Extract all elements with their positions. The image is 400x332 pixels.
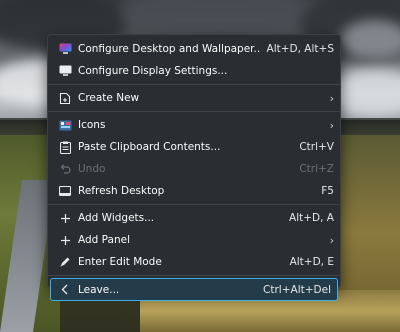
shortcut-label: Ctrl+Alt+Del: [263, 283, 331, 296]
shortcut-label: Ctrl+V: [299, 141, 334, 153]
menu-item-undo[interactable]: Undo Ctrl+Z: [48, 158, 340, 180]
menu-item-configure-display[interactable]: Configure Display Settings...: [48, 60, 340, 82]
menu-separator: [48, 111, 340, 112]
plus-icon: [58, 211, 72, 225]
desktop-context-menu: Configure Desktop and Wallpaper... Alt+D…: [47, 34, 341, 301]
menu-item-label: Refresh Desktop: [78, 185, 165, 197]
menu-item-create-new[interactable]: Create New ›: [48, 87, 340, 109]
undo-icon: [58, 162, 72, 176]
menu-item-label: Paste Clipboard Contents...: [78, 141, 221, 153]
menu-item-configure-desktop[interactable]: Configure Desktop and Wallpaper... Alt+D…: [48, 38, 340, 60]
shortcut-label: Alt+D, Alt+S: [266, 43, 334, 55]
chevron-right-icon: ›: [329, 118, 334, 132]
menu-item-paste[interactable]: Paste Clipboard Contents... Ctrl+V: [48, 136, 340, 158]
shortcut-label: F5: [321, 185, 334, 197]
menu-item-label: Add Widgets...: [78, 212, 155, 224]
menu-item-label: Icons: [78, 119, 106, 131]
menu-separator: [48, 275, 340, 276]
pencil-icon: [58, 255, 72, 269]
menu-item-label: Create New: [78, 92, 140, 104]
chevron-right-icon: ›: [329, 91, 334, 105]
menu-item-label: Configure Desktop and Wallpaper...: [78, 43, 261, 55]
menu-item-add-widgets[interactable]: Add Widgets... Alt+D, A: [48, 207, 340, 229]
menu-item-refresh-desktop[interactable]: Refresh Desktop F5: [48, 180, 340, 202]
menu-item-label: Configure Display Settings...: [78, 65, 228, 77]
icons-icon: [58, 118, 72, 132]
shortcut-label: Alt+D, A: [289, 212, 334, 224]
menu-item-add-panel[interactable]: Add Panel ›: [48, 229, 340, 251]
plus-icon: [58, 233, 72, 247]
display-icon: [58, 64, 72, 78]
menu-item-edit-mode[interactable]: Enter Edit Mode Alt+D, E: [48, 251, 340, 273]
desktop-color-icon: [58, 42, 72, 56]
refresh-desktop-icon: [58, 184, 72, 198]
chevron-right-icon: ›: [329, 233, 334, 247]
menu-item-label: Enter Edit Mode: [78, 256, 162, 268]
menu-separator: [48, 204, 340, 205]
menu-item-leave[interactable]: Leave... Ctrl+Alt+Del: [50, 278, 338, 301]
menu-item-label: Undo: [78, 163, 106, 175]
menu-item-icons[interactable]: Icons ›: [48, 114, 340, 136]
shortcut-label: Alt+D, E: [289, 256, 334, 268]
menu-item-label: Leave...: [78, 283, 120, 296]
clipboard-icon: [58, 140, 72, 154]
menu-item-label: Add Panel: [78, 234, 130, 246]
create-new-icon: [58, 91, 72, 105]
leave-icon: [58, 283, 72, 297]
shortcut-label: Ctrl+Z: [299, 163, 334, 175]
menu-separator: [48, 84, 340, 85]
